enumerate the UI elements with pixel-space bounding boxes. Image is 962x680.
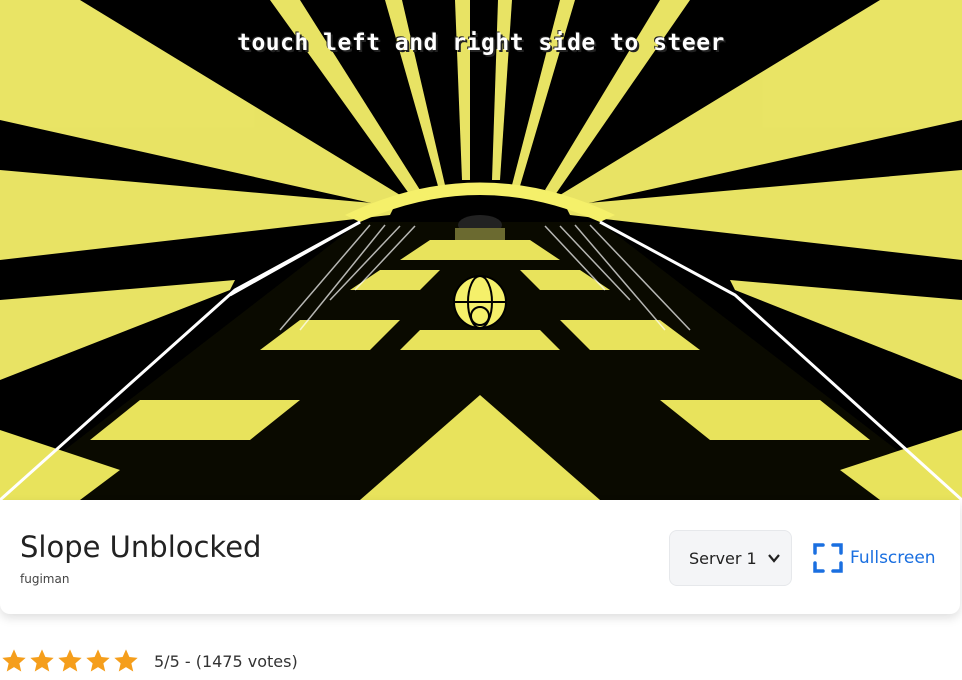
rating-bar: 5/5 - (1475 votes) — [0, 645, 298, 677]
server-select[interactable]: Server 1 — [669, 530, 792, 586]
star-icon[interactable] — [84, 647, 112, 675]
chevron-down-icon — [768, 554, 780, 563]
game-author: fugiman — [20, 572, 70, 586]
game-scene — [0, 0, 962, 500]
fullscreen-label: Fullscreen — [850, 548, 936, 568]
rating-text: 5/5 - (1475 votes) — [154, 651, 298, 671]
server-select-value: Server 1 — [689, 548, 757, 568]
star-icon[interactable] — [28, 647, 56, 675]
star-icon[interactable] — [0, 647, 28, 675]
game-info-panel: Slope Unblocked fugiman Server 1 Fullscr… — [0, 500, 960, 614]
game-canvas[interactable]: touch left and right side to steer — [0, 0, 962, 500]
star-rating[interactable] — [0, 647, 140, 675]
star-icon[interactable] — [56, 647, 84, 675]
steer-hint: touch left and right side to steer — [237, 30, 725, 56]
game-title: Slope Unblocked — [20, 530, 262, 564]
player-ball — [453, 275, 507, 329]
star-icon[interactable] — [112, 647, 140, 675]
fullscreen-icon — [813, 543, 843, 573]
fullscreen-button[interactable]: Fullscreen — [812, 540, 936, 576]
